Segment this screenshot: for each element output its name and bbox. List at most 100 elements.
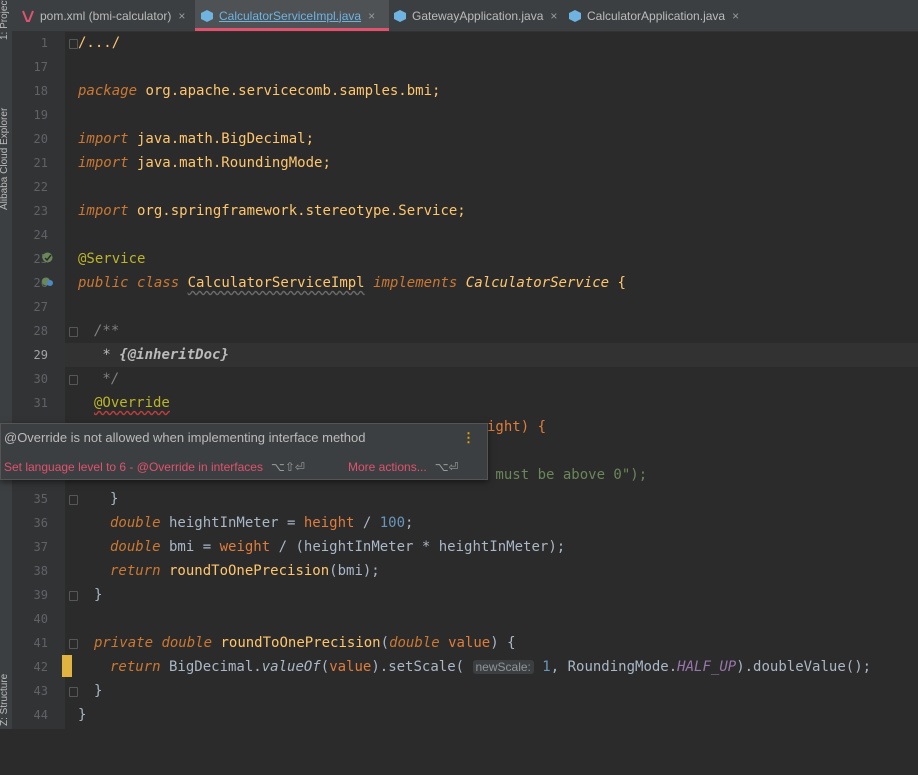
keyword: private xyxy=(94,635,154,651)
import-name: java.math.BigDecimal; xyxy=(128,131,315,147)
import-name: java.math.RoundingMode; xyxy=(128,155,331,171)
line-number: 19 xyxy=(33,108,48,122)
import-name: org.springframework.stereotype.Service; xyxy=(128,203,466,219)
quick-fix-action[interactable]: Set language level to 6 - @Override in i… xyxy=(4,460,305,474)
java-class-icon xyxy=(569,9,581,22)
code-line: import java.math.BigDecimal; xyxy=(65,127,918,151)
line-number: 31 xyxy=(33,396,48,410)
fold-icon[interactable] xyxy=(69,375,78,385)
line-number: 27 xyxy=(33,300,48,314)
tab-calculator-service-impl[interactable]: CalculatorServiceImpl.java × xyxy=(195,0,389,31)
code-fragment: ).setScale( xyxy=(371,659,473,675)
doc-comment: /** xyxy=(94,323,120,339)
number-literal: 100 xyxy=(379,515,406,531)
code-editor[interactable]: /.../ package org.apache.servicecomb.sam… xyxy=(65,31,918,729)
tab-calculator-application[interactable]: CalculatorApplication.java × xyxy=(569,0,749,31)
override-annotation[interactable]: @Override xyxy=(94,395,170,411)
code-fragment: BigDecimal. xyxy=(160,659,262,675)
code-line: private double roundToOnePrecision(doubl… xyxy=(65,631,918,655)
code-line: import java.math.RoundingMode; xyxy=(65,151,918,175)
fold-icon[interactable] xyxy=(69,327,78,337)
close-icon[interactable]: × xyxy=(732,9,739,23)
code-fragment: bmi = xyxy=(160,539,220,555)
code-line: return BigDecimal.valueOf(value).setScal… xyxy=(65,655,918,679)
line-number: 17 xyxy=(33,60,48,74)
line-number: 28 xyxy=(33,324,48,338)
keyword: class xyxy=(137,275,180,291)
more-actions-link[interactable]: More actions... ⌥⏎ xyxy=(348,460,459,474)
enum-constant: HALF_UP xyxy=(677,659,737,675)
line-number: 30 xyxy=(33,372,48,386)
code-fragment: (bmi); xyxy=(329,563,380,579)
code-fragment: ( xyxy=(380,635,390,651)
fold-icon[interactable] xyxy=(69,639,78,649)
package-name: org.apache.servicecomb.samples.bmi; xyxy=(137,83,441,99)
static-method: valueOf xyxy=(261,659,321,675)
keyword: double xyxy=(161,635,213,651)
close-icon[interactable]: × xyxy=(368,9,375,23)
code-fragment: ; xyxy=(405,515,414,531)
close-icon[interactable]: × xyxy=(550,9,557,23)
tab-gateway-application[interactable]: GatewayApplication.java × xyxy=(394,0,564,31)
code-fragment: ight) { xyxy=(487,419,547,435)
code-line: /.../ xyxy=(65,31,918,55)
code-line: return roundToOnePrecision(bmi); xyxy=(65,559,918,583)
tab-label: GatewayApplication.java xyxy=(412,8,544,23)
doc-tag: {@inheritDoc} xyxy=(119,347,229,363)
line-number: 38 xyxy=(33,564,48,578)
code-line: import org.springframework.stereotype.Se… xyxy=(65,199,918,223)
fold-icon[interactable] xyxy=(69,39,78,49)
parameter-hint: newScale: xyxy=(472,660,534,674)
brace: { xyxy=(609,275,626,291)
line-number: 40 xyxy=(33,612,48,626)
current-code-line: * {@inheritDoc} xyxy=(65,343,918,367)
code-fragment: , RoundingMode. xyxy=(550,659,678,675)
code-line: double heightInMeter = height / 100; xyxy=(65,511,918,535)
more-options-icon[interactable]: ⋮ xyxy=(462,430,475,446)
code-line: package org.apache.servicecomb.samples.b… xyxy=(65,79,918,103)
parameter: height xyxy=(303,515,355,531)
code-line: public class CalculatorServiceImpl imple… xyxy=(65,271,918,295)
brace: } xyxy=(94,587,103,603)
tab-label: CalculatorServiceImpl.java xyxy=(219,8,362,23)
code-line: double bmi = weight / (heightInMeter * h… xyxy=(65,535,918,559)
structure-tool-tab[interactable]: Z: Structure xyxy=(0,674,10,726)
shortcut-label: ⌥⇧⏎ xyxy=(270,460,305,474)
maven-icon xyxy=(22,10,34,22)
java-class-icon xyxy=(201,9,213,22)
keyword: public xyxy=(78,275,129,291)
code-line: /** xyxy=(65,319,918,343)
close-icon[interactable]: × xyxy=(178,9,185,23)
more-actions-label: More actions... xyxy=(348,460,427,474)
keyword: return xyxy=(110,563,161,579)
parameter: weight xyxy=(219,539,271,555)
code-line: } xyxy=(65,487,918,511)
code-fragment: / xyxy=(354,515,380,531)
code-line: */ xyxy=(65,367,918,391)
tab-label: CalculatorApplication.java xyxy=(587,8,726,23)
tab-pom-xml[interactable]: pom.xml (bmi-calculator) × xyxy=(22,0,202,31)
fold-icon[interactable] xyxy=(69,495,78,505)
keyword: return xyxy=(110,659,161,675)
method-name: roundToOnePrecision xyxy=(220,635,381,651)
line-number: 18 xyxy=(33,84,48,98)
keyword: import xyxy=(78,155,129,171)
doc-comment: */ xyxy=(94,371,120,387)
keyword: import xyxy=(78,203,129,219)
editor-gutter[interactable]: 1 17 18 19 20 21 22 23 24 25 26 27 28 29… xyxy=(12,31,65,729)
keyword: import xyxy=(78,131,129,147)
string-literal: must be above 0"); xyxy=(487,467,648,483)
spring-bean-icon[interactable] xyxy=(42,252,53,263)
code-fragment: ( xyxy=(320,659,330,675)
folded-header[interactable]: /.../ xyxy=(78,35,120,51)
cloud-explorer-tool-tab[interactable]: Alibaba Cloud Explorer xyxy=(0,108,10,210)
doc-comment: * xyxy=(94,347,120,363)
editor-tab-bar: pom.xml (bmi-calculator) × CalculatorSer… xyxy=(12,0,918,32)
fold-icon[interactable] xyxy=(69,687,78,697)
code-fragment: ) { xyxy=(490,635,516,651)
project-tool-tab[interactable]: 1: Project xyxy=(0,0,10,40)
line-number: 41 xyxy=(33,636,48,650)
line-number: 23 xyxy=(33,204,48,218)
implements-interface-icon[interactable] xyxy=(42,276,53,287)
fold-icon[interactable] xyxy=(69,591,78,601)
